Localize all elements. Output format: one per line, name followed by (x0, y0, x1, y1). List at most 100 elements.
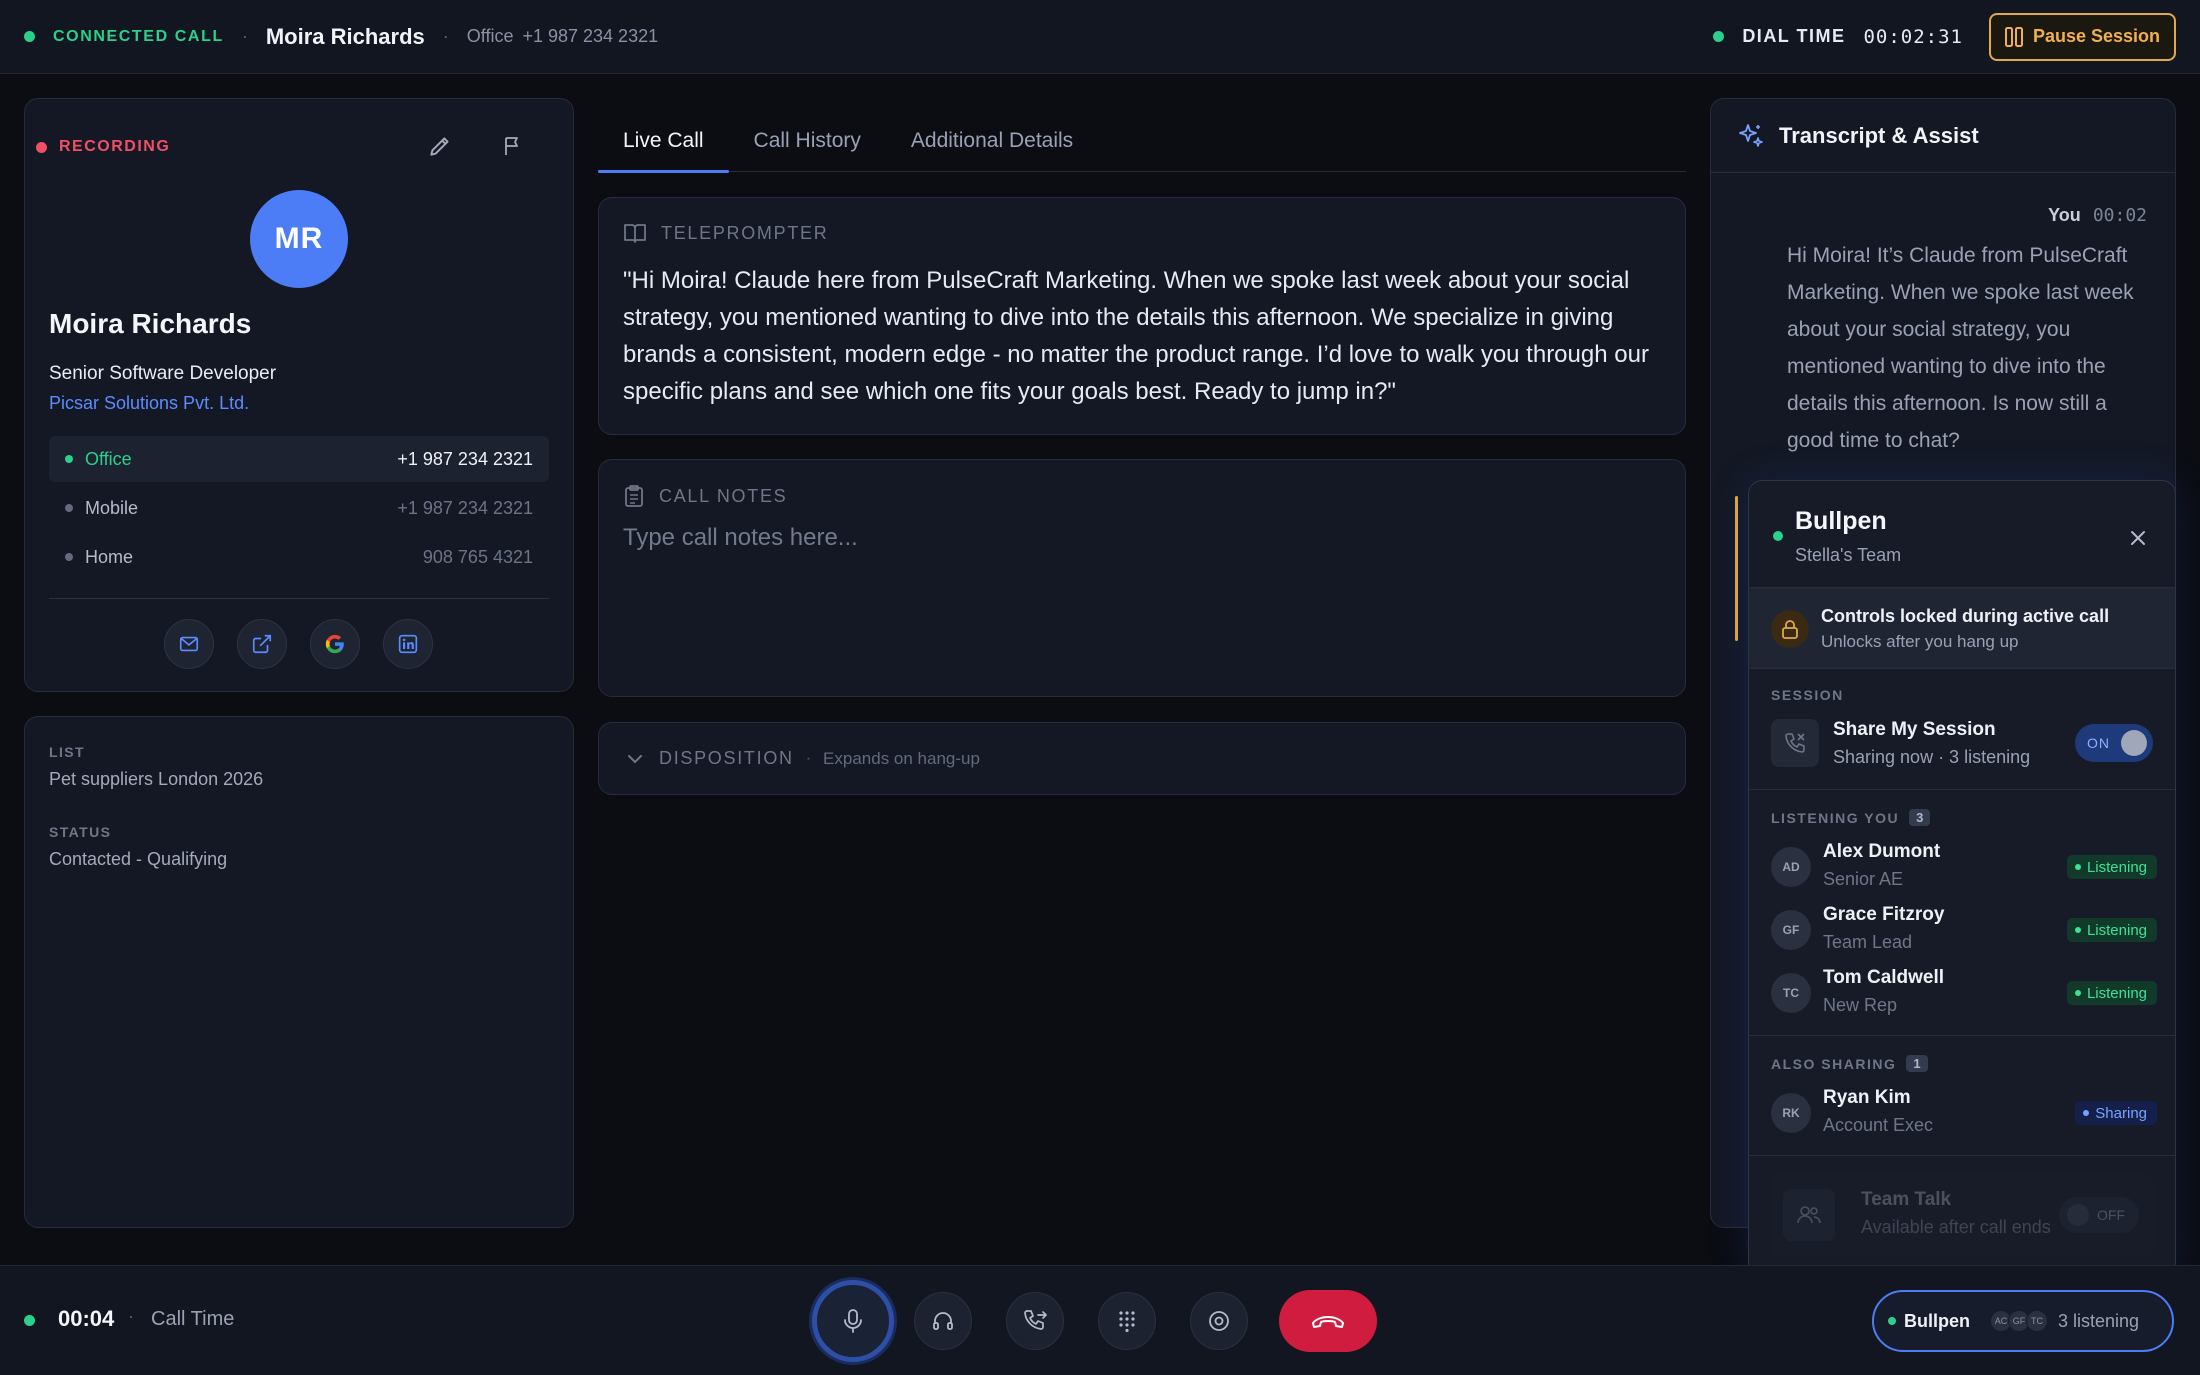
status-value: Contacted - Qualifying (49, 849, 228, 869)
listener-row: GF Grace Fitzroy Team Lead Listening (1771, 904, 2157, 956)
avatar: TC (1771, 973, 1811, 1013)
transcript-title: Transcript & Assist (1779, 122, 1979, 148)
call-time-label: Call Time (151, 1308, 235, 1330)
flag-icon (505, 137, 518, 155)
separator: · (241, 26, 248, 46)
badge-dot (2083, 1110, 2090, 1116)
bullpen-pill-label: Bullpen (1904, 1310, 1970, 1331)
call-status-label: CONNECTED CALL (53, 27, 224, 45)
email-button[interactable] (164, 619, 214, 669)
connected-status-dot (24, 31, 35, 42)
phone-forward-icon (1024, 1310, 1048, 1330)
phone-row-home[interactable]: Home 908 765 4321 (49, 534, 549, 580)
message-speaker: You (2048, 205, 2081, 225)
sharing-badge: Sharing (2075, 1101, 2157, 1125)
chevron-down-icon (628, 754, 642, 763)
assist-accent-bar (1735, 496, 1738, 641)
open-external-button[interactable] (237, 619, 287, 669)
lock-subtitle: Unlocks after you hang up (1821, 632, 2019, 651)
bullpen-title: Bullpen (1795, 507, 1887, 535)
record-icon (1209, 1311, 1229, 1331)
recording-dot (36, 141, 47, 153)
share-session-title: Share My Session (1833, 719, 1996, 740)
google-search-button[interactable] (310, 619, 360, 669)
phone-row-office[interactable]: Office +1 987 234 2321 (49, 436, 549, 482)
share-session-toggle[interactable]: ON (2075, 724, 2153, 762)
call-notes-input[interactable] (623, 524, 1653, 674)
pause-icon (2004, 26, 2023, 47)
dialpad-button[interactable] (1098, 1292, 1156, 1350)
teleprompter-header: TELEPROMPTER (623, 222, 828, 244)
bullpen-team: Stella's Team (1795, 545, 1902, 565)
hang-up-button[interactable] (1279, 1290, 1377, 1352)
listener-name: Tom Caldwell (1823, 967, 1945, 988)
pause-session-button[interactable]: Pause Session (1989, 12, 2176, 61)
dial-time-label: DIAL TIME (1742, 26, 1846, 46)
transcript-header: Transcript & Assist (1711, 99, 2175, 173)
disposition-bar[interactable]: DISPOSITION · Expands on hang-up (598, 722, 1686, 795)
tab-live-call[interactable]: Live Call (598, 110, 729, 173)
transfer-call-button[interactable] (1006, 1292, 1064, 1350)
call-control-bar: 00:04 · Call Time Bullpen AC GF TC 3 lis… (0, 1265, 2200, 1375)
sharing-section-label: ALSO SHARING 1 (1771, 1055, 1928, 1072)
call-notes-card: CALL NOTES (598, 459, 1686, 697)
linkedin-icon (398, 634, 418, 654)
badge-label: Listening (2086, 984, 2147, 1002)
listener-avatar-stack: AC GF TC (1990, 1310, 2048, 1332)
phone-row-mobile[interactable]: Mobile +1 987 234 2321 (49, 485, 549, 531)
sharing-label: ALSO SHARING (1771, 1055, 1897, 1072)
teleprompter-card: TELEPROMPTER "Hi Moira! Claude here from… (598, 197, 1686, 435)
toggle-state: ON (2087, 735, 2110, 751)
pencil-icon (430, 137, 449, 156)
avatar: GF (1771, 910, 1811, 950)
message-meta: You 00:02 (2048, 205, 2147, 226)
top-phone-number: +1 987 234 2321 (522, 26, 659, 46)
listening-badge: Listening (2066, 981, 2157, 1005)
flag-contact-button[interactable] (495, 128, 531, 164)
phone-dot (65, 504, 73, 512)
contact-company-link[interactable]: Picsar Solutions Pvt. Ltd. (49, 393, 249, 414)
contact-name: Moira Richards (49, 308, 252, 339)
record-button[interactable] (1190, 1292, 1248, 1350)
session-label: SESSION (1771, 687, 1844, 703)
separator: · (805, 749, 812, 767)
listening-badge: Listening (2066, 855, 2157, 879)
list-info-card (24, 716, 574, 1228)
separator: · (442, 26, 449, 46)
teleprompter-script: "Hi Moira! Claude here from PulseCraft M… (623, 267, 1649, 405)
badge-dot (2074, 864, 2081, 870)
headset-icon (933, 1312, 953, 1330)
linkedin-button[interactable] (383, 619, 433, 669)
listening-label: LISTENING YOU (1771, 809, 1900, 826)
lock-title: Controls locked during active call (1821, 606, 2110, 626)
active-phone-dot (65, 455, 73, 463)
sharing-count-badge: 1 (1906, 1055, 1928, 1072)
bullpen-pill-button[interactable]: Bullpen AC GF TC 3 listening (1872, 1290, 2174, 1352)
phone-number: 908 765 4321 (422, 546, 533, 567)
close-bullpen-button[interactable] (2123, 523, 2153, 553)
team-talk-toggle: OFF (2059, 1197, 2139, 1233)
sparkle-icon (1739, 123, 1763, 147)
pause-session-label: Pause Session (2032, 26, 2161, 46)
edit-contact-button[interactable] (422, 128, 458, 164)
phone-dot (65, 553, 73, 561)
divider (49, 598, 549, 599)
audio-device-button[interactable] (914, 1292, 972, 1350)
tab-call-history[interactable]: Call History (729, 110, 886, 172)
list-value: Pet suppliers London 2026 (49, 769, 264, 789)
main-tabs: Live Call Call History Additional Detail… (598, 110, 1686, 173)
bullpen-pill-dot (1888, 1317, 1896, 1325)
list-label: LIST (49, 744, 85, 760)
badge-label: Listening (2086, 921, 2147, 939)
teleprompter-label: TELEPROMPTER (661, 222, 829, 243)
message-time: 00:02 (2092, 205, 2147, 226)
sharer-row: RK Ryan Kim Account Exec Sharing (1771, 1087, 2157, 1139)
share-session-status: Sharing now · 3 listening (1833, 747, 2031, 767)
phone-share-icon (1771, 719, 1819, 767)
tab-additional-details[interactable]: Additional Details (886, 110, 1098, 172)
mute-button[interactable] (812, 1280, 894, 1362)
top-contact-name: Moira Richards (265, 23, 425, 49)
contact-job-title: Senior Software Developer (49, 363, 277, 384)
bullpen-status-dot (1773, 531, 1783, 541)
controls-locked-notice: Controls locked during active call Unloc… (1749, 587, 2175, 669)
